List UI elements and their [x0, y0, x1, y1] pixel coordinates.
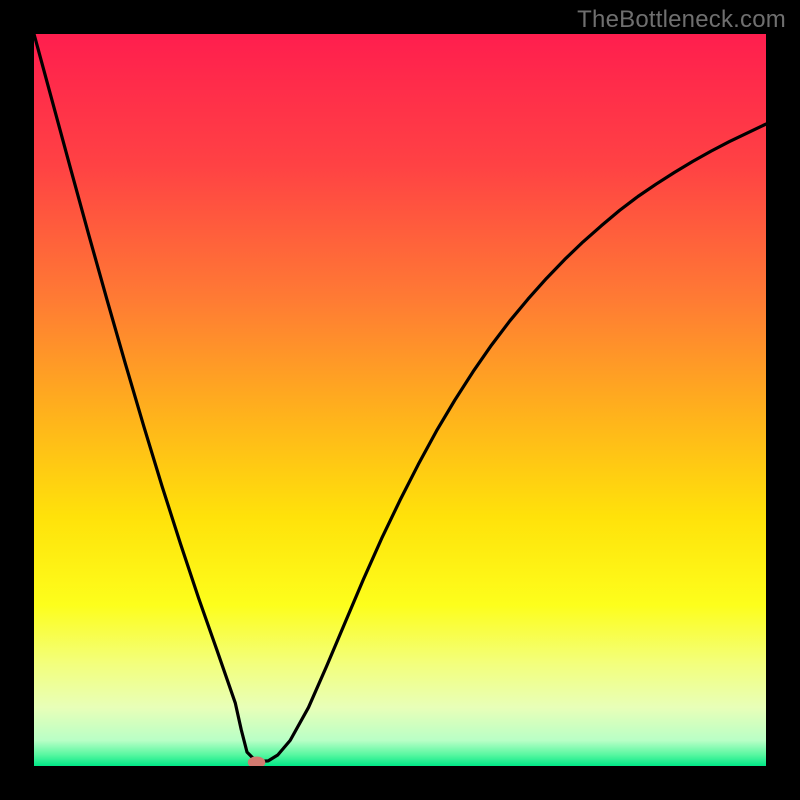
plot-background [34, 34, 766, 766]
chart-frame: TheBottleneck.com [0, 0, 800, 800]
watermark-text: TheBottleneck.com [577, 6, 786, 34]
optimum-marker [248, 756, 266, 768]
bottleneck-chart [0, 0, 800, 800]
